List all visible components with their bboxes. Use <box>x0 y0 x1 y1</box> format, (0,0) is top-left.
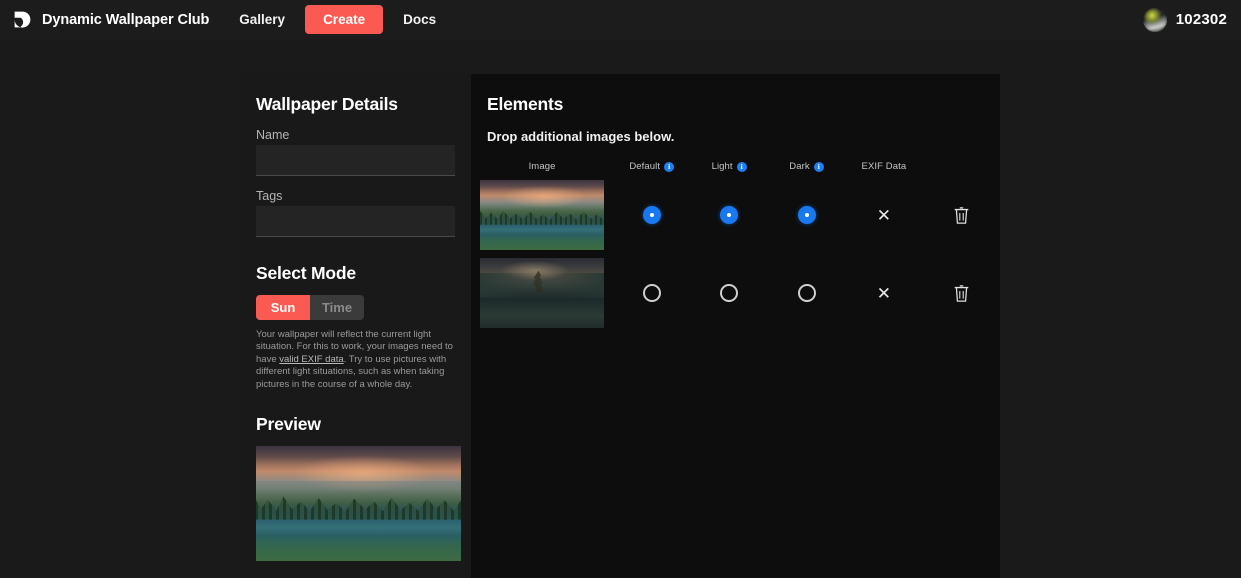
wallpaper-details-title: Wallpaper Details <box>256 94 455 115</box>
preview-title: Preview <box>256 414 455 435</box>
user-id-label: 102302 <box>1176 11 1227 28</box>
preview-group: Preview <box>256 414 455 561</box>
table-row: ✕ <box>471 254 1000 332</box>
elements-title: Elements <box>487 94 984 115</box>
table-header-row: Image Default i Light i Dark i EXIF Data <box>471 157 1000 176</box>
dwc-logo-icon <box>12 9 33 30</box>
default-info-icon[interactable]: i <box>664 162 674 172</box>
row-delete-cell <box>923 284 1000 303</box>
row-default-cell <box>613 284 690 302</box>
user-avatar[interactable] <box>1143 8 1167 32</box>
column-label-exif: EXIF Data <box>862 161 907 172</box>
radio-dark[interactable] <box>798 206 816 224</box>
dark-info-icon[interactable]: i <box>814 162 824 172</box>
light-info-icon[interactable]: i <box>737 162 747 172</box>
row-dark-cell <box>768 284 845 302</box>
column-header-image: Image <box>471 161 613 172</box>
trash-icon[interactable] <box>953 284 970 303</box>
tags-field-group: Tags <box>256 189 455 237</box>
name-field-group: Name <box>256 128 455 176</box>
row-delete-cell <box>923 206 1000 225</box>
row-thumbnail[interactable] <box>480 180 604 250</box>
top-navbar: Dynamic Wallpaper Club Gallery Create Do… <box>0 0 1241 39</box>
column-label-image: Image <box>529 161 556 172</box>
mode-toggle: Sun Time <box>256 295 364 320</box>
mode-help-text: Your wallpaper will reflect the current … <box>256 329 457 391</box>
nav-links: Gallery Create Docs <box>225 5 450 34</box>
tags-input[interactable] <box>256 206 455 237</box>
radio-dark[interactable] <box>798 284 816 302</box>
wallpaper-details-panel: Wallpaper Details Name Tags Select Mode … <box>240 74 471 578</box>
column-header-default: Default i <box>613 161 690 172</box>
row-image-cell <box>471 258 613 328</box>
column-label-default: Default <box>629 161 660 172</box>
radio-light[interactable] <box>720 284 738 302</box>
mode-option-sun[interactable]: Sun <box>256 295 310 320</box>
row-light-cell <box>690 206 767 224</box>
preview-image <box>256 446 461 561</box>
user-area[interactable]: 102302 <box>1143 0 1227 39</box>
radio-default[interactable] <box>643 284 661 302</box>
select-mode-group: Select Mode Sun Time Your wallpaper will… <box>256 263 455 391</box>
row-exif-cell: ✕ <box>845 285 922 302</box>
trash-icon[interactable] <box>953 206 970 225</box>
table-row: ✕ <box>471 176 1000 254</box>
row-light-cell <box>690 284 767 302</box>
column-header-light: Light i <box>690 161 767 172</box>
exif-missing-icon: ✕ <box>877 285 891 302</box>
brand-name: Dynamic Wallpaper Club <box>42 12 209 28</box>
column-header-exif: EXIF Data <box>845 161 922 172</box>
tags-label: Tags <box>256 189 455 203</box>
brand-logo[interactable]: Dynamic Wallpaper Club <box>12 9 209 30</box>
drop-hint-text[interactable]: Drop additional images below. <box>487 129 984 144</box>
elements-table: Image Default i Light i Dark i EXIF Data <box>471 157 1000 332</box>
row-thumbnail[interactable] <box>480 258 604 328</box>
column-header-dark: Dark i <box>768 161 845 172</box>
column-label-dark: Dark <box>789 161 809 172</box>
row-exif-cell: ✕ <box>845 207 922 224</box>
nav-link-docs[interactable]: Docs <box>389 6 450 33</box>
elements-header: Elements Drop additional images below. <box>471 94 1000 144</box>
name-label: Name <box>256 128 455 142</box>
select-mode-title: Select Mode <box>256 263 455 284</box>
name-input[interactable] <box>256 145 455 176</box>
exif-missing-icon: ✕ <box>877 207 891 224</box>
elements-panel: Elements Drop additional images below. I… <box>471 74 1000 578</box>
radio-light[interactable] <box>720 206 738 224</box>
valid-exif-data-link[interactable]: valid EXIF data <box>279 354 343 365</box>
page-body: Wallpaper Details Name Tags Select Mode … <box>0 39 1241 578</box>
radio-default[interactable] <box>643 206 661 224</box>
nav-link-gallery[interactable]: Gallery <box>225 6 299 33</box>
column-label-light: Light <box>712 161 733 172</box>
row-default-cell <box>613 206 690 224</box>
row-dark-cell <box>768 206 845 224</box>
row-image-cell <box>471 180 613 250</box>
nav-link-create[interactable]: Create <box>305 5 383 34</box>
mode-option-time[interactable]: Time <box>310 295 364 320</box>
